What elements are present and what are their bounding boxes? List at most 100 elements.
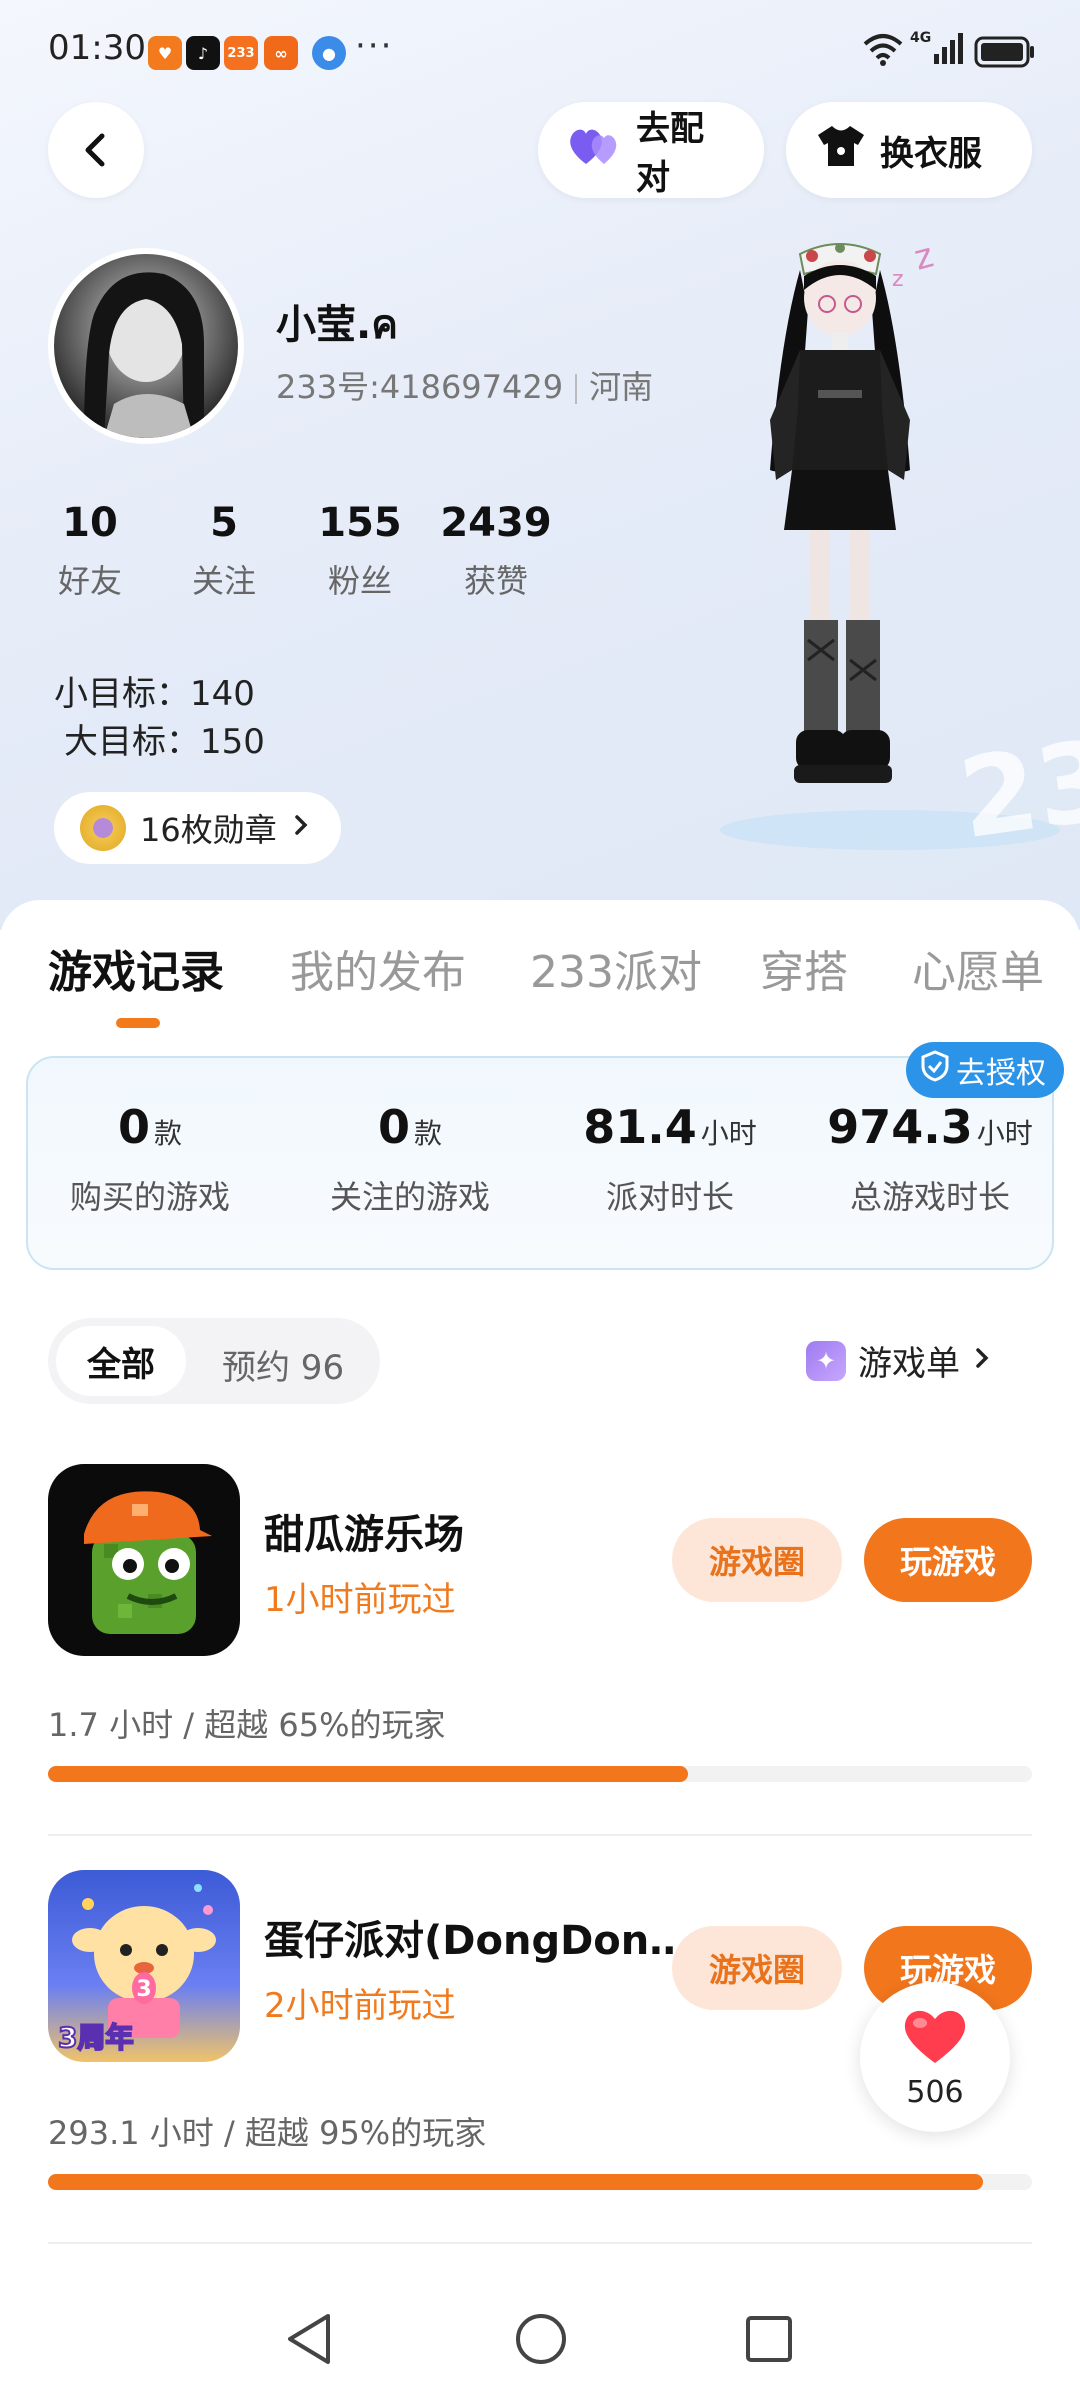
avatar[interactable]	[48, 248, 244, 444]
back-button[interactable]	[48, 102, 144, 198]
game-last-played: 1小时前玩过	[264, 1580, 456, 1620]
avatar-character[interactable]: z z	[700, 220, 1000, 840]
like-float-button[interactable]: 506	[860, 1982, 1010, 2132]
triangle-back-icon	[288, 2314, 330, 2364]
chevron-left-icon	[85, 133, 105, 167]
game-icon-melon[interactable]	[48, 1464, 240, 1656]
game-list-button[interactable]: ✦ 游戏单	[806, 1336, 992, 1385]
tab-outfits[interactable]: 穿搭	[760, 936, 848, 1000]
summary-total-time[interactable]: 974.3 小时 总游戏时长	[800, 1100, 1060, 1218]
stat-label: 粉丝	[327, 562, 392, 600]
play-game-button[interactable]: 玩游戏	[864, 1518, 1032, 1602]
user-location: 河南	[589, 368, 654, 406]
info-divider	[575, 374, 578, 404]
medal-icon	[80, 805, 126, 851]
summary-label: 总游戏时长	[849, 1178, 1010, 1216]
circle-home-icon	[516, 2314, 566, 2364]
filter-reserved[interactable]: 预约 96	[222, 1340, 344, 1389]
game-list-label: 游戏单	[858, 1344, 960, 1384]
stat-value: 5	[210, 500, 238, 546]
game-circle-button[interactable]: 游戏圈	[672, 1926, 842, 2010]
playtime-progress-track	[48, 1766, 1032, 1782]
change-outfit-label: 换衣服	[880, 133, 982, 174]
tab-wishlist[interactable]: 心愿单	[912, 936, 1044, 1000]
svg-text:3: 3	[136, 1977, 151, 2002]
sparkle-icon: ✦	[806, 1340, 846, 1381]
summary-label: 派对时长	[605, 1178, 734, 1216]
filter-all[interactable]: 全部	[56, 1326, 186, 1396]
square-recents-icon	[746, 2316, 792, 2362]
status-time: 01:30	[48, 28, 146, 68]
authorize-button[interactable]: 去授权	[906, 1042, 1064, 1098]
app233-notification-icon: 233	[224, 36, 258, 70]
summary-value: 974.3	[827, 1100, 973, 1154]
stat-value: 155	[318, 500, 402, 546]
network-type: 4G	[910, 30, 932, 46]
list-divider	[48, 1834, 1032, 1836]
chevron-right-icon	[291, 809, 311, 847]
stat-following[interactable]: 5 关注	[164, 500, 284, 602]
summary-unit: 小时	[700, 1117, 757, 1150]
stat-label: 好友	[57, 562, 122, 600]
game-icon-eggy-party[interactable]: 3 3周年	[48, 1870, 240, 2062]
heart-icon	[900, 2005, 970, 2071]
playtime-progress-track	[48, 2174, 1032, 2190]
medals-label: 16枚勋章	[140, 811, 277, 849]
tshirt-icon	[814, 123, 868, 178]
game-title[interactable]: 蛋仔派对(DongDon…	[264, 1908, 689, 1966]
nav-back-button[interactable]	[284, 2312, 334, 2370]
wifi-icon	[862, 32, 904, 70]
summary-unit: 款	[414, 1117, 443, 1150]
summary-label: 购买的游戏	[69, 1178, 230, 1216]
more-notifications-icon: ···	[355, 26, 394, 66]
stat-label: 获赞	[463, 562, 528, 600]
match-button[interactable]: 去配对	[538, 102, 764, 198]
summary-label: 关注的游戏	[329, 1178, 490, 1216]
battery-icon	[974, 36, 1036, 72]
game-playtime: 293.1 小时 / 超越 95%的玩家	[48, 2114, 487, 2152]
medals-button[interactable]: 16枚勋章	[54, 792, 341, 864]
double-heart-icon	[566, 124, 624, 177]
stat-fans[interactable]: 155 粉丝	[300, 500, 420, 602]
game-title[interactable]: 甜瓜游乐场	[264, 1502, 464, 1560]
nav-recents-button[interactable]	[744, 2314, 794, 2368]
big-goal: 大目标：150	[64, 722, 265, 762]
stat-likes[interactable]: 2439 获赞	[436, 500, 556, 602]
like-count: 506	[906, 2074, 964, 2110]
svg-text:z: z	[910, 235, 938, 278]
summary-value: 81.4	[583, 1100, 697, 1154]
nav-home-button[interactable]	[514, 2312, 568, 2370]
stat-label: 关注	[191, 562, 256, 600]
summary-value: 0	[117, 1100, 150, 1154]
game-circle-button[interactable]: 游戏圈	[672, 1518, 842, 1602]
game-last-played: 2小时前玩过	[264, 1986, 456, 2026]
summary-followed[interactable]: 0款 关注的游戏	[290, 1100, 530, 1218]
avatar-portrait	[84, 272, 204, 438]
summary-unit: 款	[154, 1117, 183, 1150]
tab-233-party[interactable]: 233派对	[530, 936, 702, 1000]
playtime-progress-fill	[48, 1766, 688, 1782]
nickname: 小莹.ค	[276, 302, 398, 348]
app-notification-icon-2: ∞	[264, 36, 298, 70]
chevron-right-icon	[972, 1341, 992, 1381]
browser-notification-icon: ●	[312, 36, 346, 70]
anniversary-badge: 3周年	[57, 2020, 134, 2055]
list-divider	[48, 2242, 1032, 2244]
small-goal: 小目标：140	[54, 674, 255, 714]
shield-check-icon	[920, 1050, 950, 1090]
summary-unit: 小时	[976, 1117, 1033, 1150]
signal-icon	[932, 32, 964, 70]
tiktok-notification-icon: ♪	[186, 36, 220, 70]
user-info: 233号:418697429 河南	[276, 362, 653, 408]
user-id: 233号:418697429	[276, 368, 564, 406]
summary-party-time[interactable]: 81.4 小时 派对时长	[550, 1100, 790, 1218]
tab-my-posts[interactable]: 我的发布	[290, 936, 466, 1000]
change-outfit-button[interactable]: 换衣服	[786, 102, 1032, 198]
stat-value: 10	[62, 500, 118, 546]
summary-purchased[interactable]: 0款 购买的游戏	[30, 1100, 270, 1218]
tab-game-records[interactable]: 游戏记录	[48, 936, 224, 1000]
app-notification-icon: ♥	[148, 36, 182, 70]
stat-friends[interactable]: 10 好友	[30, 500, 150, 602]
tab-indicator	[116, 1018, 160, 1028]
authorize-label: 去授权	[956, 1056, 1046, 1091]
